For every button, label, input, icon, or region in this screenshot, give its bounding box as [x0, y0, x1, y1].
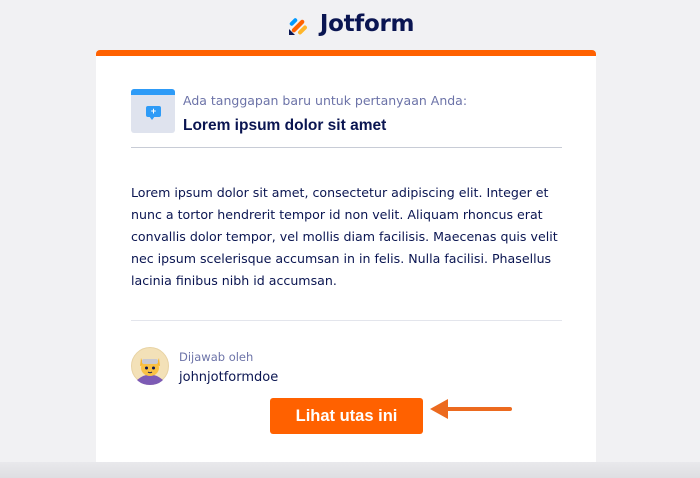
question-title: Lorem ipsum dolor sit amet	[183, 117, 387, 134]
brand: Jotform	[286, 11, 414, 37]
view-thread-button[interactable]: Lihat utas ini	[270, 398, 423, 434]
email-header: Jotform	[0, 0, 700, 50]
question-label: Ada tanggapan baru untuk pertanyaan Anda…	[183, 93, 468, 108]
response-body: Lorem ipsum dolor sit amet, consectetur …	[131, 185, 558, 288]
brand-name: Jotform	[319, 11, 415, 37]
arrow-left-icon	[430, 399, 512, 419]
answered-by-label: Dijawab oleh	[179, 350, 254, 364]
page-bottom-shade	[0, 462, 700, 478]
jotform-logo-icon	[288, 18, 307, 35]
chat-window-icon: +	[131, 89, 175, 133]
answered-by: Dijawab oleh johnjotformdoe	[131, 344, 562, 394]
divider	[131, 320, 562, 321]
question-block: + Ada tanggapan baru untuk pertanyaan An…	[131, 89, 562, 148]
cat-avatar-icon	[131, 347, 169, 385]
email-card: + Ada tanggapan baru untuk pertanyaan An…	[96, 50, 596, 470]
answered-by-username: johnjotformdoe	[179, 370, 279, 385]
